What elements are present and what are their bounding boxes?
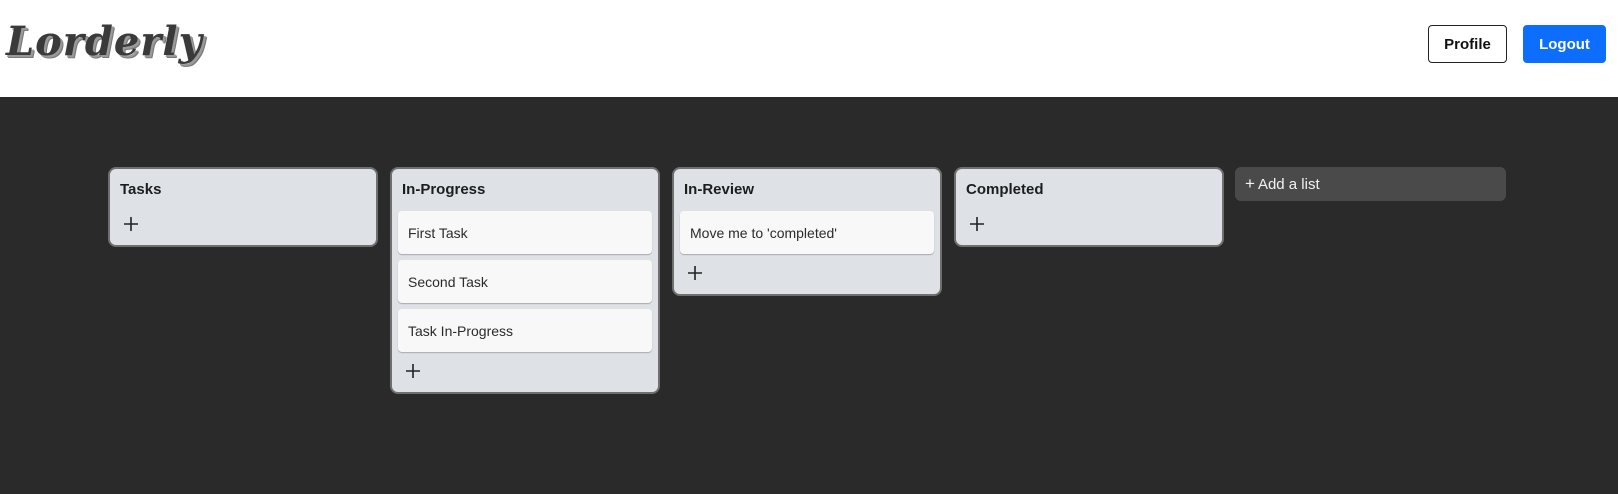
task-card[interactable]: Task In-Progress	[398, 309, 652, 352]
add-card-button[interactable]	[400, 358, 426, 384]
add-card-button[interactable]	[118, 211, 144, 237]
plus-icon	[688, 266, 702, 280]
plus-icon	[124, 217, 138, 231]
list-title: Tasks	[120, 181, 162, 198]
list-in-progress: In-Progress First Task Second Task Task …	[390, 167, 660, 394]
add-list-button[interactable]: + Add a list	[1235, 167, 1506, 201]
plus-icon	[970, 217, 984, 231]
profile-button[interactable]: Profile	[1428, 25, 1507, 63]
list-in-review: In-Review Move me to 'completed'	[672, 167, 942, 296]
task-card[interactable]: Second Task	[398, 260, 652, 303]
app-logo[interactable]: Lorderly	[6, 18, 203, 65]
task-card[interactable]: First Task	[398, 211, 652, 254]
plus-icon	[406, 364, 420, 378]
add-card-button[interactable]	[964, 211, 990, 237]
task-card[interactable]: Move me to 'completed'	[680, 211, 934, 254]
list-tasks: Tasks	[108, 167, 378, 247]
list-title: Completed	[966, 181, 1044, 198]
add-list-label: Add a list	[1257, 175, 1320, 193]
plus-icon: +	[1245, 174, 1255, 193]
logout-button[interactable]: Logout	[1523, 25, 1606, 63]
add-card-button[interactable]	[682, 260, 708, 286]
kanban-board: Tasks In-Progress First Task Second Task…	[0, 97, 1618, 494]
top-navbar: Lorderly Profile Logout	[0, 0, 1618, 97]
list-title: In-Progress	[402, 181, 486, 198]
list-completed: Completed	[954, 167, 1224, 247]
list-title: In-Review	[684, 181, 755, 198]
